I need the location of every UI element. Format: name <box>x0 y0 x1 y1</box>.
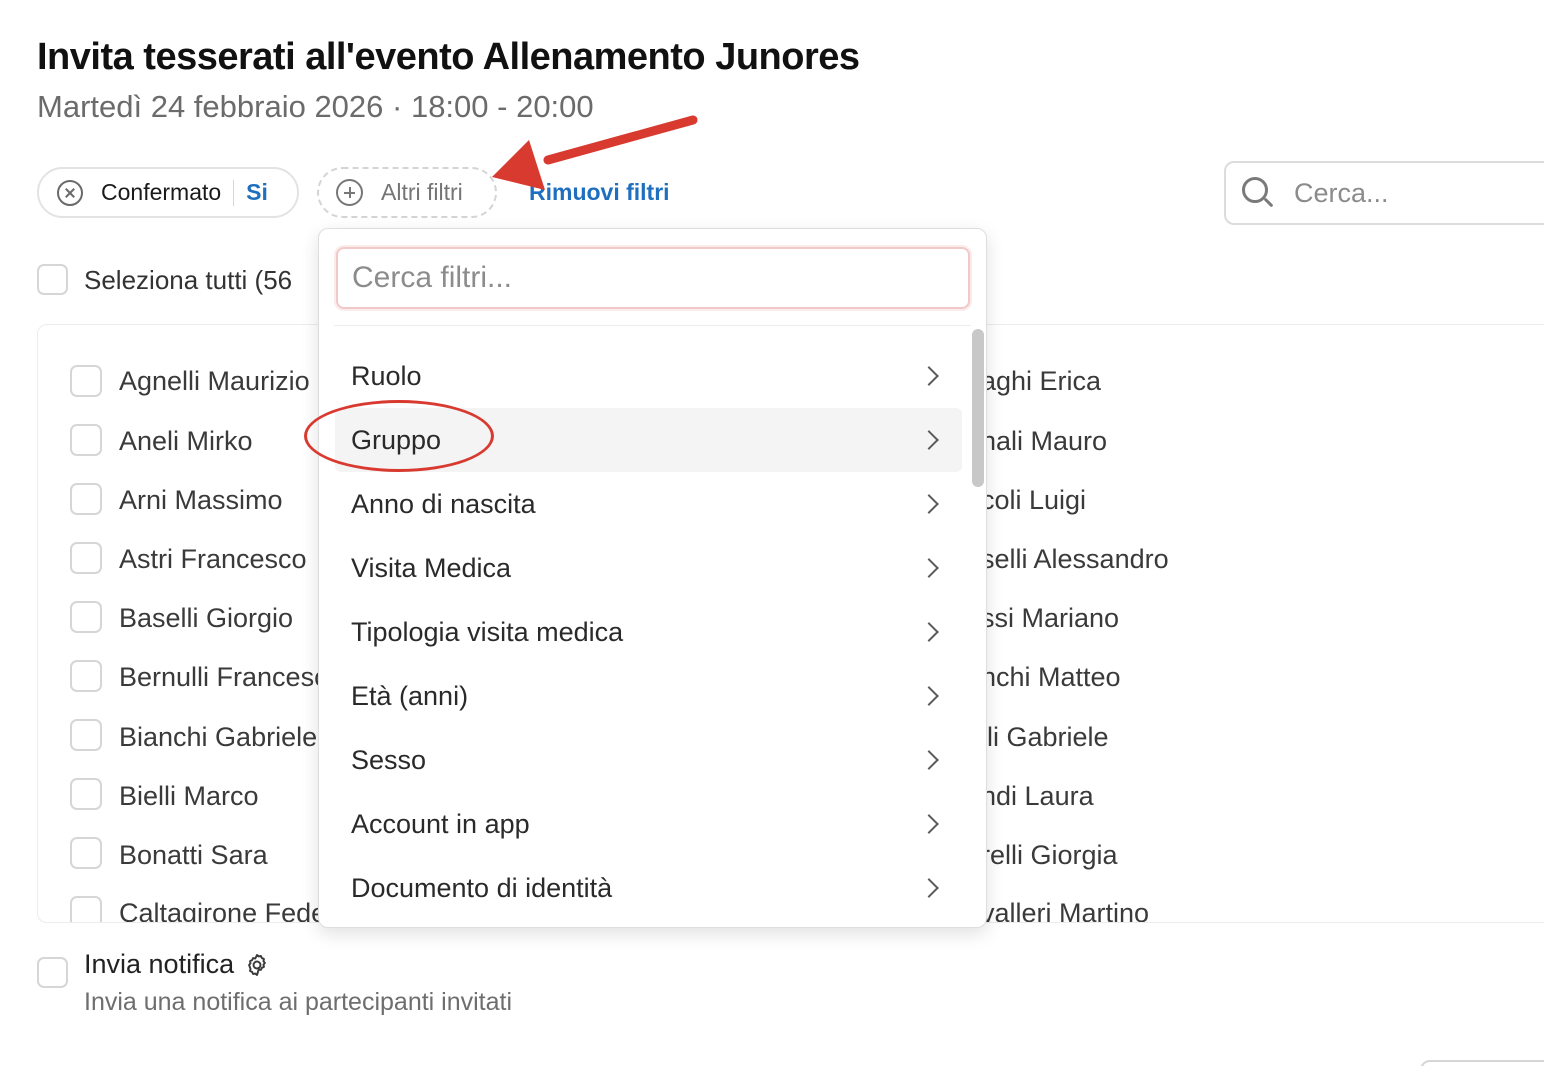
annotation-arrow <box>492 115 698 190</box>
